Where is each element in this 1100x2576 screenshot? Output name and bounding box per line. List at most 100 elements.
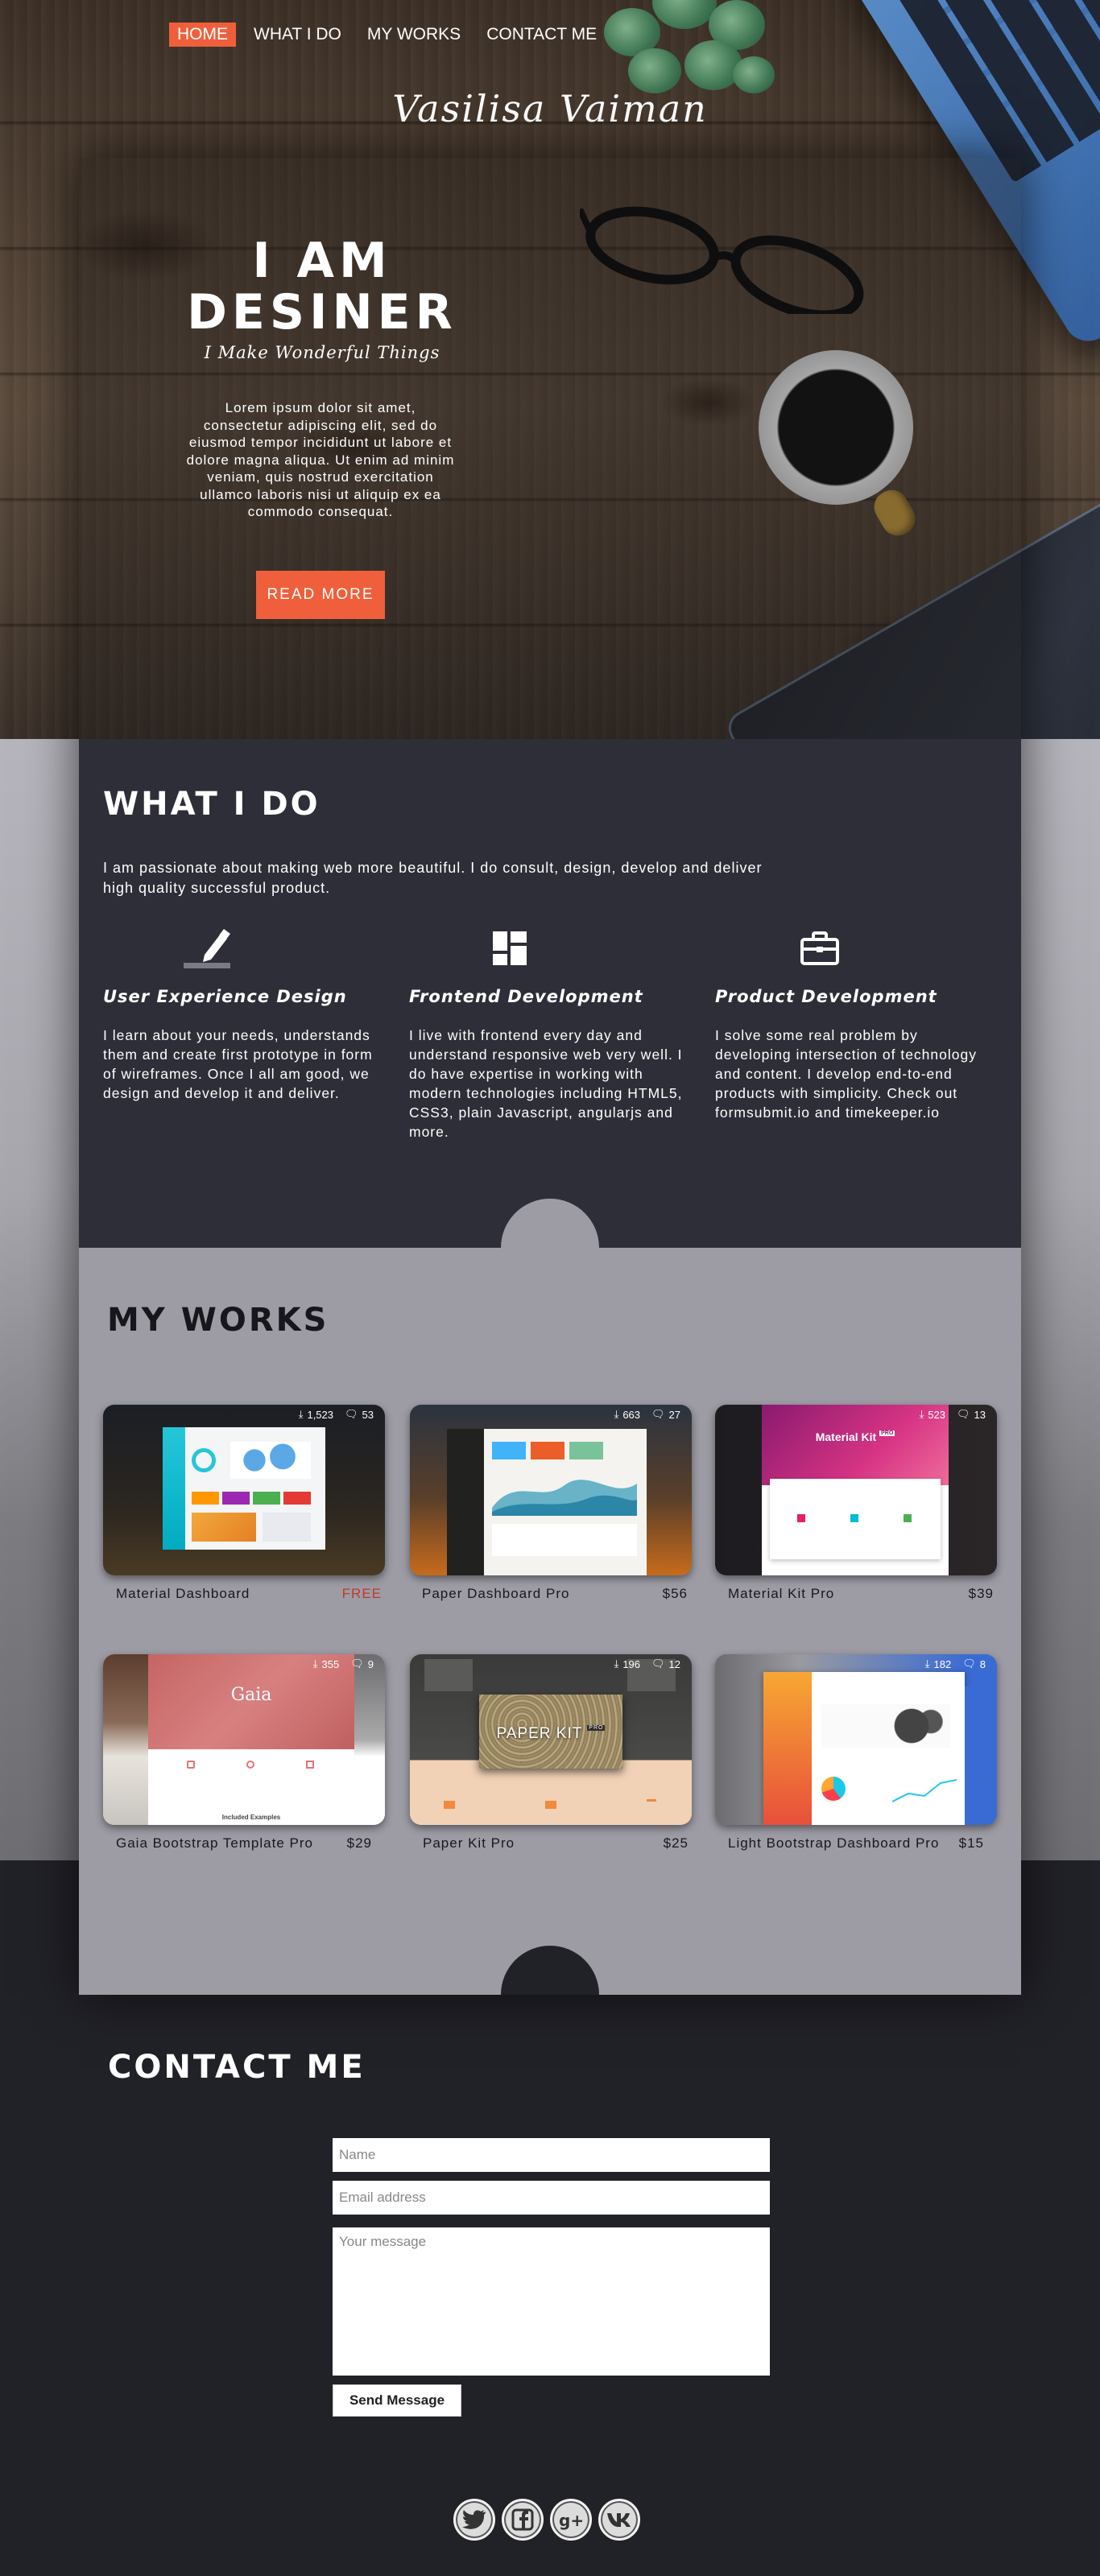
work-caption: Paper Kit Pro $25 xyxy=(423,1835,689,1852)
svg-text:g+: g+ xyxy=(559,2511,584,2530)
pro-badge: PRO xyxy=(879,1430,895,1436)
download-icon: ⤓ xyxy=(919,1408,924,1420)
download-count: 523 xyxy=(928,1408,946,1421)
nav-what-i-do[interactable]: WHAT I DO xyxy=(246,23,349,47)
download-count: 1,523 xyxy=(307,1408,334,1421)
googleplus-icon[interactable]: g+ xyxy=(550,2499,592,2541)
service-text: I live with frontend every day and under… xyxy=(409,1027,683,1140)
download-icon: ⤓ xyxy=(312,1657,318,1670)
contact-me-title: CONTACT ME xyxy=(108,2049,366,2086)
comment-icon: 🗨 xyxy=(345,1408,358,1420)
comment-count: 53 xyxy=(362,1408,374,1421)
work-stats: ⤓ 663 🗨 27 xyxy=(614,1408,680,1421)
service-ux-design: User Experience Design I learn about you… xyxy=(103,926,393,1103)
send-message-button[interactable]: Send Message xyxy=(333,2384,461,2417)
name-field[interactable] xyxy=(333,2138,770,2172)
work-stats: ⤓ 182 🗨 8 xyxy=(925,1657,986,1670)
service-frontend-development: Frontend Development I live with fronten… xyxy=(409,926,699,1141)
twitter-icon[interactable] xyxy=(453,2499,495,2541)
nav-home[interactable]: HOME xyxy=(169,23,236,47)
hero-text: Lorem ipsum dolor sit amet, consectetur … xyxy=(186,400,455,519)
download-icon: ⤓ xyxy=(614,1657,619,1670)
work-name[interactable]: Material Kit Pro xyxy=(728,1586,834,1602)
hero-subtitle: I Make Wonderful Things xyxy=(204,343,440,362)
what-i-do-intro: I am passionate about making web more be… xyxy=(103,860,763,896)
work-name[interactable]: Light Bootstrap Dashboard Pro xyxy=(728,1835,939,1852)
nav-contact-me[interactable]: CONTACT ME xyxy=(478,23,605,47)
paper-kit-text: PAPER KIT xyxy=(496,1725,583,1742)
work-price: $39 xyxy=(968,1586,994,1601)
briefcase-icon xyxy=(800,931,839,965)
download-icon: ⤓ xyxy=(298,1408,304,1420)
pro-badge: PRO xyxy=(587,1725,606,1731)
comment-count: 12 xyxy=(668,1657,680,1670)
comment-icon: 🗨 xyxy=(350,1657,364,1670)
what-i-do-title: WHAT I DO xyxy=(103,786,320,823)
work-stats: ⤓ 1,523 🗨 53 xyxy=(299,1408,374,1421)
main-nav: HOME WHAT I DO MY WORKS CONTACT ME xyxy=(169,23,614,47)
paper-kit-logo: PAPER KIT PRO xyxy=(479,1725,622,1743)
work-stats: ⤓ 523 🗨 13 xyxy=(920,1408,986,1421)
read-more-button[interactable]: READ MORE xyxy=(256,571,385,619)
nav-my-works[interactable]: MY WORKS xyxy=(359,23,469,47)
comment-count: 9 xyxy=(367,1657,374,1670)
work-price: $15 xyxy=(958,1835,984,1851)
social-links: g+ xyxy=(453,2499,640,2541)
work-price: FREE xyxy=(341,1586,382,1601)
hero-title-line-1: I AM xyxy=(252,233,392,289)
work-stats: ⤓ 196 🗨 12 xyxy=(614,1657,680,1670)
work-name[interactable]: Material Dashboard xyxy=(116,1586,250,1602)
download-count: 355 xyxy=(321,1657,340,1670)
download-icon: ⤓ xyxy=(924,1657,930,1670)
service-title: User Experience Design xyxy=(103,987,347,1006)
service-title: Frontend Development xyxy=(409,987,643,1006)
work-price: $56 xyxy=(662,1586,688,1601)
work-tile-paper-kit-pro[interactable]: PAPER KIT PRO ⤓ 196 🗨 12 xyxy=(410,1654,692,1825)
message-field[interactable] xyxy=(333,2227,770,2376)
work-caption: Paper Dashboard Pro $56 xyxy=(422,1586,688,1602)
comment-icon: 🗨 xyxy=(651,1657,665,1670)
hero-title: I AM DESINER xyxy=(177,235,467,338)
work-tile-light-bootstrap-dashboard-pro[interactable]: ⤓ 182 🗨 8 xyxy=(715,1654,997,1825)
dashboard-icon xyxy=(493,931,527,965)
download-count: 663 xyxy=(622,1408,641,1421)
gaia-logo: Gaia xyxy=(230,1685,272,1705)
comment-count: 27 xyxy=(668,1408,680,1421)
facebook-icon[interactable] xyxy=(502,2499,544,2541)
work-caption: Light Bootstrap Dashboard Pro $15 xyxy=(728,1835,984,1852)
work-price: $25 xyxy=(663,1835,689,1851)
work-tile-gaia-bootstrap-template-pro[interactable]: Gaia Included Examples ⤓ 355 🗨 9 xyxy=(103,1654,385,1825)
work-stats: ⤓ 355 🗨 9 xyxy=(313,1657,374,1670)
work-price: $29 xyxy=(346,1835,372,1851)
included-examples-text: Included Examples xyxy=(221,1814,281,1821)
material-kit-logo: Material Kit PRO xyxy=(762,1430,949,1443)
work-tile-paper-dashboard-pro[interactable]: ⤓ 663 🗨 27 xyxy=(410,1405,692,1575)
work-caption: Material Dashboard FREE xyxy=(116,1586,382,1602)
service-title: Product Development xyxy=(715,987,937,1006)
thumb-icon xyxy=(545,1801,556,1809)
my-works-section xyxy=(79,1248,1021,1995)
hero-title-line-2: DESINER xyxy=(187,284,457,341)
work-tile-material-dashboard[interactable]: ⤓ 1,523 🗨 53 xyxy=(103,1405,385,1575)
brand-name: Vasilisa Vaiman xyxy=(392,87,708,130)
thumb-icon xyxy=(444,1801,455,1809)
work-caption: Material Kit Pro $39 xyxy=(728,1586,994,1602)
download-count: 182 xyxy=(933,1657,952,1670)
comment-icon: 🗨 xyxy=(651,1408,665,1420)
pencil-icon xyxy=(184,929,230,968)
work-name[interactable]: Paper Kit Pro xyxy=(423,1835,515,1852)
work-name[interactable]: Paper Dashboard Pro xyxy=(422,1586,569,1602)
service-text: I learn about your needs, understands th… xyxy=(103,1027,373,1101)
my-works-title: MY WORKS xyxy=(107,1302,329,1339)
thumb-icon xyxy=(647,1799,656,1810)
email-field[interactable] xyxy=(333,2181,770,2215)
work-name[interactable]: Gaia Bootstrap Template Pro xyxy=(116,1835,313,1852)
work-caption: Gaia Bootstrap Template Pro $29 xyxy=(116,1835,372,1852)
comment-count: 8 xyxy=(979,1657,986,1670)
vk-icon[interactable] xyxy=(598,2499,640,2541)
service-product-development: Product Development I solve some real pr… xyxy=(715,926,1005,1122)
download-count: 196 xyxy=(622,1657,641,1670)
service-text: I solve some real problem by developing … xyxy=(715,1027,977,1121)
work-tile-material-kit-pro[interactable]: Material Kit PRO ⤓ 523 🗨 13 xyxy=(715,1405,997,1575)
comment-icon: 🗨 xyxy=(962,1657,976,1670)
